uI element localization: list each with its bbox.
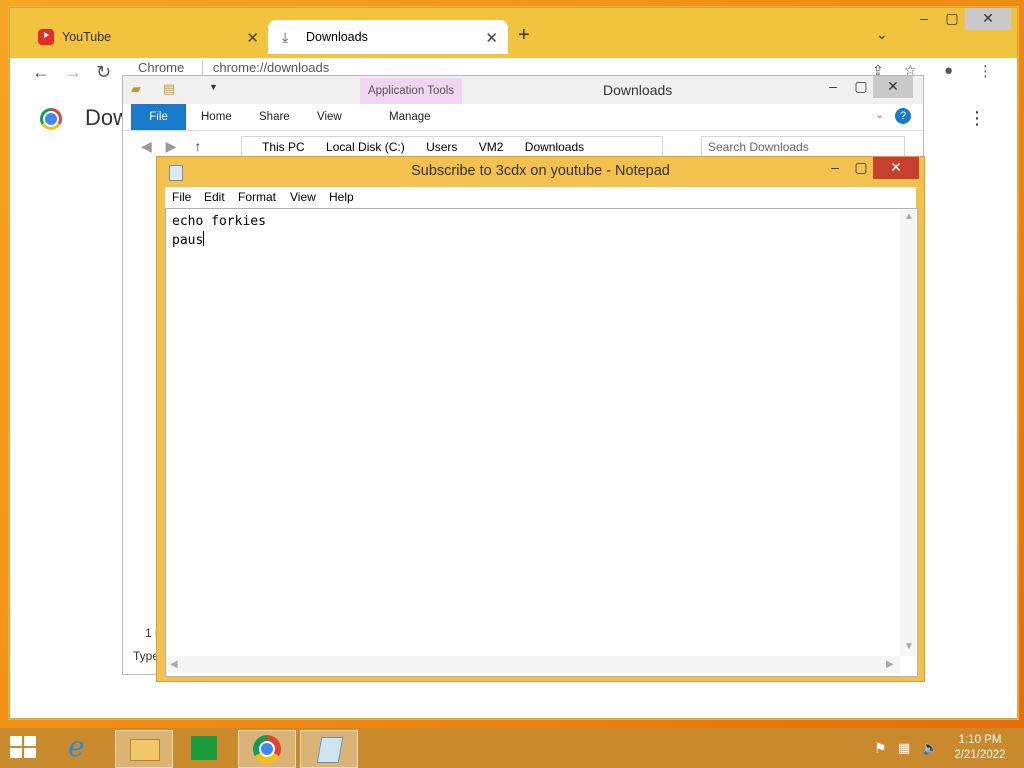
start-button[interactable] xyxy=(10,736,38,760)
text-line: echo forkies xyxy=(172,214,266,229)
close-button[interactable]: ✕ xyxy=(873,157,919,179)
up-icon[interactable]: ↑ xyxy=(194,138,201,154)
forward-icon[interactable]: → xyxy=(64,62,82,83)
tab-view[interactable]: View xyxy=(317,104,342,130)
network-icon[interactable]: ▦ xyxy=(898,740,910,756)
tab-share[interactable]: Share xyxy=(259,104,290,130)
reload-icon[interactable]: ↻ xyxy=(96,62,111,83)
menu-edit[interactable]: Edit xyxy=(204,190,225,204)
chrome-logo-icon xyxy=(40,108,62,130)
breadcrumb-item[interactable]: VM2 xyxy=(479,140,504,154)
tab-youtube[interactable]: YouTube ✕ xyxy=(24,20,269,54)
vertical-scrollbar[interactable]: ▲ ▼ xyxy=(900,209,916,656)
scroll-right-icon[interactable]: ▶ xyxy=(886,659,894,670)
scroll-down-icon[interactable]: ▼ xyxy=(904,641,914,652)
quick-access-icon[interactable]: ▤ xyxy=(163,81,175,97)
tab-downloads[interactable]: ⤓ Downloads ✕ xyxy=(268,20,508,54)
breadcrumb-item[interactable]: Users xyxy=(426,140,457,154)
taskbar-ie-icon[interactable]: e xyxy=(54,730,110,766)
horizontal-scrollbar[interactable]: ◀ ▶ xyxy=(166,656,900,673)
close-tab-icon[interactable]: ✕ xyxy=(246,29,259,47)
download-icon: ⤓ xyxy=(282,29,289,45)
notepad-menubar: File Edit Format View Help xyxy=(165,187,916,208)
tab-search-icon[interactable]: ⌄ xyxy=(876,26,888,43)
omnibox-url: chrome://downloads xyxy=(201,60,330,75)
explorer-titlebar: ▰ ▤ ▼ Downloads – ▢ ✕ xyxy=(123,76,923,104)
taskbar-notepad-icon[interactable] xyxy=(300,730,358,768)
scroll-up-icon[interactable]: ▲ xyxy=(904,211,914,222)
minimize-button[interactable]: – xyxy=(819,76,847,98)
new-tab-button[interactable]: + xyxy=(518,24,530,47)
chevron-down-icon[interactable]: ▼ xyxy=(209,82,218,92)
tab-manage[interactable]: Manage xyxy=(389,104,431,130)
taskbar-chrome-icon[interactable] xyxy=(238,730,296,768)
omnibox-site: Chrome xyxy=(138,60,185,75)
notepad-title: Subscribe to 3cdx on youtube - Notepad xyxy=(411,163,670,179)
back-icon[interactable]: ← xyxy=(32,62,50,83)
menu-format[interactable]: Format xyxy=(238,190,276,204)
downloads-menu-icon[interactable]: ⋮ xyxy=(968,108,986,129)
text-caret xyxy=(203,231,205,246)
clock[interactable]: 1:10 PM 2/21/2022 xyxy=(945,733,1015,763)
taskbar-store-icon[interactable] xyxy=(176,730,232,766)
chrome-tab-strip: YouTube ✕ ⤓ Downloads ✕ + ⌄ – ▢ ✕ xyxy=(10,8,1017,58)
breadcrumb[interactable]: This PC Local Disk (C:) Users VM2 Downlo… xyxy=(241,136,663,158)
ribbon-tabs: File Home Share View Manage ⌄ ? xyxy=(123,104,923,131)
profile-icon[interactable]: ● xyxy=(944,62,953,79)
text-editor[interactable]: echo forkies paus ▲ ▼ ◀ ▶ xyxy=(165,208,918,677)
back-icon[interactable]: ◀ xyxy=(141,138,152,154)
text-line: paus xyxy=(172,233,204,248)
breadcrumb-item[interactable]: This PC xyxy=(262,140,305,154)
taskbar: e ⚑ ▦ 🔈 1:10 PM 2/21/2022 xyxy=(0,728,1024,768)
explorer-nav-buttons: ◀ ▶ ↑ xyxy=(141,138,201,155)
volume-muted-icon[interactable]: 🔈 xyxy=(922,740,938,756)
menu-icon[interactable]: ⋮ xyxy=(978,62,993,80)
taskbar-explorer-icon[interactable] xyxy=(115,730,173,768)
youtube-icon xyxy=(38,29,54,45)
help-icon[interactable]: ? xyxy=(895,108,911,124)
close-button[interactable]: ✕ xyxy=(965,8,1011,30)
notepad-window: Subscribe to 3cdx on youtube - Notepad –… xyxy=(156,156,925,682)
menu-help[interactable]: Help xyxy=(329,190,354,204)
minimize-button[interactable]: – xyxy=(910,8,938,30)
menu-file[interactable]: File xyxy=(172,190,191,204)
folder-icon: ▰ xyxy=(131,81,141,96)
tab-file[interactable]: File xyxy=(131,104,186,130)
explorer-title: Downloads xyxy=(603,82,673,98)
maximize-button[interactable]: ▢ xyxy=(847,157,875,179)
editor-content: echo forkies paus xyxy=(172,212,266,250)
close-button[interactable]: ✕ xyxy=(873,76,913,98)
maximize-button[interactable]: ▢ xyxy=(847,76,875,98)
breadcrumb-item[interactable]: Downloads xyxy=(525,140,584,154)
maximize-button[interactable]: ▢ xyxy=(938,8,966,30)
flag-icon[interactable]: ⚑ xyxy=(874,740,887,757)
scroll-left-icon[interactable]: ◀ xyxy=(170,659,178,670)
close-tab-icon[interactable]: ✕ xyxy=(485,29,498,47)
notepad-titlebar: Subscribe to 3cdx on youtube - Notepad –… xyxy=(157,157,924,187)
tab-label: Downloads xyxy=(306,30,368,44)
forward-icon[interactable]: ▶ xyxy=(166,138,177,154)
tab-label: YouTube xyxy=(62,30,112,44)
breadcrumb-item[interactable]: Local Disk (C:) xyxy=(326,140,405,154)
tab-home[interactable]: Home xyxy=(201,104,232,130)
application-tools-label: Application Tools xyxy=(360,78,462,106)
clock-time: 1:10 PM xyxy=(958,734,1002,746)
chevron-down-icon[interactable]: ⌄ xyxy=(875,108,884,121)
minimize-button[interactable]: – xyxy=(821,157,849,179)
search-input[interactable]: Search Downloads xyxy=(701,136,905,158)
menu-view[interactable]: View xyxy=(290,190,316,204)
clock-date: 2/21/2022 xyxy=(954,749,1006,761)
